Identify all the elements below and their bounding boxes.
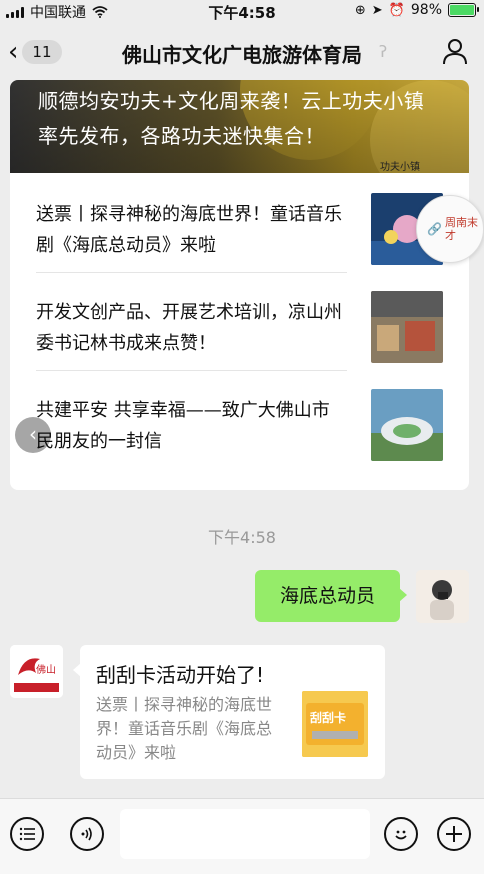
link-card-description: 送票丨探寻神秘的海底世界！童话音乐剧《海底总动员》来啦	[96, 695, 273, 762]
article-title: 共建平安 共享幸福——致广大佛山市民朋友的一封信	[36, 400, 330, 452]
my-avatar[interactable]	[416, 570, 469, 623]
menu-list-button[interactable]	[10, 817, 44, 851]
message-input[interactable]	[120, 809, 370, 859]
ear-icon: ʔ	[379, 42, 388, 61]
more-button[interactable]	[437, 817, 471, 851]
status-bar: 中国联通 下午4:58 ⊕ ➤ ⏰ 98%	[0, 0, 484, 22]
orientation-lock-icon: ⊕	[354, 2, 366, 18]
emoji-icon	[395, 830, 407, 840]
voice-icon	[81, 827, 92, 841]
article-thumbnail	[371, 389, 443, 461]
official-account-avatar[interactable]: 佛山	[10, 645, 63, 698]
voice-button[interactable]	[70, 817, 104, 851]
link-card-title: 刮刮卡活动开始了!	[96, 663, 265, 687]
chat-title: 佛山市文化广电旅游体育局	[122, 43, 362, 67]
plus-icon	[446, 826, 462, 842]
floating-mini-program-badge[interactable]: 🔗 周南末才	[416, 195, 484, 263]
article-thumbnail	[371, 291, 443, 363]
chevron-left-icon: ‹	[8, 37, 19, 67]
article-item[interactable]: 送票丨探寻神秘的海底世界！童话音乐剧《海底总动员》来啦	[10, 175, 469, 273]
article-item[interactable]: 开发文创产品、开展艺术培训，凉山州委书记林书成来点赞！	[10, 273, 469, 371]
hero-title: 顺德均安功夫+文化周来袭！云上功夫小镇率先发布，各路功夫迷快集合！	[38, 89, 425, 148]
emoji-button[interactable]	[384, 817, 418, 851]
profile-icon[interactable]	[440, 36, 470, 66]
battery-percent: 98%	[410, 2, 442, 18]
link-icon: 🔗	[427, 222, 442, 236]
location-icon: ➤	[371, 2, 383, 18]
hero-seal: 功夫小镇	[380, 162, 420, 173]
alarm-icon: ⏰	[388, 2, 405, 18]
input-bar	[0, 798, 484, 874]
list-icon	[19, 827, 35, 841]
article-card: 顺德均安功夫+文化周来袭！云上功夫小镇率先发布，各路功夫迷快集合！ 功夫小镇 送…	[10, 80, 469, 490]
article-title: 开发文创产品、开展艺术培训，凉山州委书记林书成来点赞！	[36, 302, 342, 354]
chat-timestamp: 下午4:58	[208, 528, 276, 547]
chevron-left-icon[interactable]: ‹	[15, 417, 51, 453]
article-item[interactable]: 共建平安 共享幸福——致广大佛山市民朋友的一封信	[10, 371, 469, 469]
back-button[interactable]: ‹ 11	[8, 36, 78, 68]
outgoing-message[interactable]: 海底总动员	[255, 570, 407, 622]
incoming-link-card[interactable]: 刮刮卡活动开始了! 送票丨探寻神秘的海底世界！童话音乐剧《海底总动员》来啦 刮刮…	[73, 645, 385, 779]
thumb-label: 刮刮卡	[310, 711, 347, 725]
nav-bar: ‹ 11 佛山市文化广电旅游体育局 ʔ	[0, 22, 484, 80]
floating-badge-text: 周南末才	[445, 216, 478, 242]
unread-count-badge: 11	[22, 40, 62, 64]
article-title: 送票丨探寻神秘的海底世界！童话音乐剧《海底总动员》来啦	[36, 204, 342, 256]
battery-icon	[448, 3, 479, 17]
hero-article[interactable]: 顺德均安功夫+文化周来袭！云上功夫小镇率先发布，各路功夫迷快集合！ 功夫小镇	[10, 80, 469, 173]
link-card-thumbnail: 刮刮卡	[302, 691, 368, 757]
svg-text:佛山: 佛山	[36, 663, 56, 676]
